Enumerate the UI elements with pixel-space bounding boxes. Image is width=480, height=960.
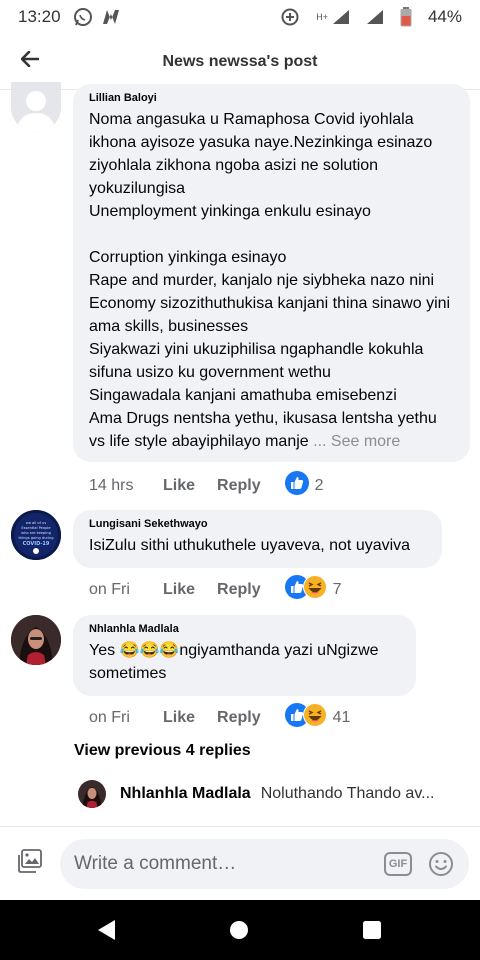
comment-time: on Fri [89, 580, 130, 598]
comment-time: 14 hrs [89, 476, 134, 494]
status-bar: 13:20 H+ 44% [0, 0, 480, 34]
status-time: 13:20 [18, 7, 61, 26]
reply-button[interactable]: Reply [217, 709, 261, 727]
reply-text: Noluthando Thando av... [260, 785, 435, 802]
nav-recents-button[interactable] [362, 920, 382, 945]
data-saver-icon [280, 7, 300, 27]
haha-reaction-icon [302, 575, 327, 604]
nav-home-icon [229, 921, 249, 944]
avatar[interactable] [11, 82, 61, 132]
reactions[interactable] [284, 575, 327, 604]
like-reaction-icon [284, 471, 309, 500]
gif-icon: GIF [388, 858, 408, 870]
comment-bubble: Lillian Baloyi Noma angasuka u Ramaphosa… [73, 84, 470, 462]
svg-text:things going during: things going during [18, 536, 53, 540]
comment-time: on Fri [89, 708, 130, 726]
comment-body: Noma angasuka u Ramaphosa Covid iyohlala… [89, 111, 451, 450]
comment-text-start: Yes [89, 642, 120, 659]
nav-back-icon [95, 920, 117, 946]
view-previous-replies-link[interactable]: View previous 4 replies [74, 742, 251, 760]
comment-bubble: Nhlanhla Madlala Yes 😂😂😂ngiyamthanda yaz… [73, 615, 416, 696]
avatar [78, 780, 106, 808]
comment-body: Yes 😂😂😂ngiyamthanda yazi uNgizwe sometim… [89, 639, 400, 685]
svg-text:who are keeping: who are keeping [21, 531, 51, 535]
avatar[interactable]: we all of us Essential People who are keep… [11, 510, 61, 560]
comment-author[interactable]: Lillian Baloyi [89, 92, 454, 104]
comment-body: IsiZulu sithi uthukuthele uyaveva, not u… [89, 537, 411, 554]
like-button[interactable]: Like [163, 581, 195, 599]
reaction-count[interactable]: 2 [315, 477, 324, 495]
gif-button[interactable]: GIF [384, 852, 412, 876]
avatar[interactable] [11, 615, 61, 665]
system-nav-bar [0, 900, 480, 960]
comment-author[interactable]: Lungisani Sekethwayo [89, 518, 426, 530]
comment-bubble: Lungisani Sekethwayo IsiZulu sithi uthuk… [73, 510, 442, 568]
network-type: H+ [316, 12, 328, 22]
emoji-button[interactable] [428, 851, 454, 877]
comment-text: Noma angasuka u Ramaphosa Covid iyohlala… [89, 108, 454, 453]
emoji-icon [428, 852, 454, 881]
comment-actions: 14 hrs Like Reply 2 [89, 471, 324, 500]
comment-author[interactable]: Nhlanhla Madlala [89, 623, 400, 635]
reactions[interactable] [284, 471, 309, 500]
laughing-emojis: 😂😂😂 [119, 642, 180, 659]
battery-percent: 44% [427, 7, 462, 26]
signal-icon [332, 9, 350, 25]
see-more-link[interactable]: ... See more [313, 433, 400, 450]
reply-button[interactable]: Reply [217, 581, 261, 599]
reply-button[interactable]: Reply [217, 477, 261, 495]
app-header: News newssa's post [0, 34, 480, 90]
page-title: News newssa's post [162, 52, 318, 70]
reactions[interactable] [284, 703, 327, 732]
photo-button[interactable] [0, 827, 60, 901]
whatsapp-icon [73, 7, 93, 27]
reaction-count[interactable]: 41 [333, 709, 351, 727]
nav-recents-icon [362, 921, 382, 944]
photo-icon [17, 849, 43, 878]
like-button[interactable]: Like [163, 477, 195, 495]
svg-text:Essential People: Essential People [21, 526, 51, 530]
battery-icon [400, 7, 412, 27]
reaction-count[interactable]: 7 [333, 581, 342, 599]
svg-text:COVID-19: COVID-19 [23, 541, 50, 547]
nav-home-button[interactable] [229, 920, 249, 945]
reply-preview[interactable]: Nhlanhla Madlala Noluthando Thando av... [78, 780, 458, 808]
back-arrow-icon [20, 50, 40, 72]
nav-back-button[interactable] [95, 918, 117, 947]
haha-reaction-icon [302, 703, 327, 732]
n-app-icon [101, 8, 121, 26]
comment-actions: on Fri Like Reply 7 [89, 575, 342, 604]
comment-actions: on Fri Like Reply 41 [89, 703, 350, 732]
svg-text:we all of us: we all of us [26, 521, 47, 525]
reply-author: Nhlanhla Madlala [120, 785, 251, 802]
signal-icon-2 [366, 9, 384, 25]
like-button[interactable]: Like [163, 709, 195, 727]
